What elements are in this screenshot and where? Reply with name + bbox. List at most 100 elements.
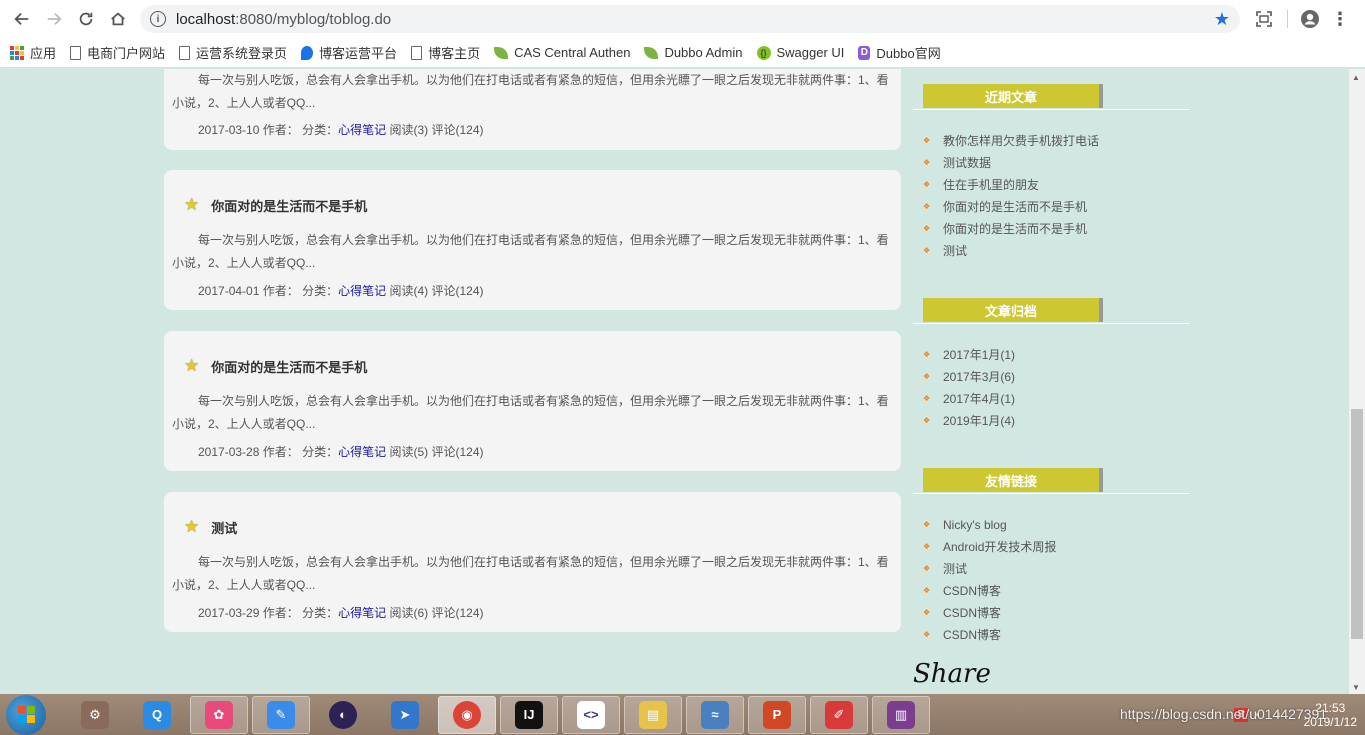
bookmark-apps[interactable]: 应用 [10, 43, 56, 62]
windows-logo-icon [17, 706, 35, 723]
bookmark-swagger[interactable]: {} Swagger UI [756, 45, 844, 60]
post-category-link[interactable]: 心得笔记 [338, 284, 386, 298]
address-bar[interactable]: i localhost:8080/myblog/toblog.do ★ [140, 5, 1240, 33]
reload-icon[interactable] [70, 3, 102, 35]
menu-kebab-icon[interactable]: ⋮ [1328, 4, 1352, 34]
post-title-text[interactable]: 你面对的是生活而不是手机 [211, 357, 367, 376]
url-host: localhost [176, 10, 236, 28]
taskbar-app-chrome[interactable]: ◉ [438, 695, 496, 734]
archive-link[interactable]: 2017年1月(1) [943, 344, 1015, 366]
archive-item[interactable]: ❖ 2019年1月(4) [923, 410, 1189, 432]
friend-link[interactable]: CSDN博客 [943, 602, 1001, 624]
sidebar: 近期文章 ❖ 教你怎样用欠费手机拨打电话 ❖ 测试数据 ❖ 住在手机里的朋友 ❖ 你面对… [913, 69, 1189, 646]
taskbar-app[interactable]: ▥ [872, 695, 930, 734]
post-category-label: 分类： [302, 123, 339, 137]
taskbar-app[interactable]: ≈ [686, 695, 744, 734]
taskbar-app[interactable]: ✐ [810, 695, 868, 734]
post-comments: 评论(124) [431, 284, 484, 298]
recent-post-link[interactable]: 住在手机里的朋友 [943, 174, 1039, 196]
friend-link-item[interactable]: ❖ CSDN博客 [923, 602, 1189, 624]
post-category-label: 分类： [302, 284, 339, 298]
taskbar-app[interactable]: <> [562, 695, 620, 734]
post-title[interactable]: ★ 你面对的是生活而不是手机 [184, 195, 367, 215]
site-info-icon[interactable]: i [150, 11, 166, 27]
post-title-text[interactable]: 你面对的是生活而不是手机 [211, 196, 367, 215]
recent-post-link[interactable]: 测试数据 [943, 152, 991, 174]
archive-item[interactable]: ❖ 2017年4月(1) [923, 388, 1189, 410]
friend-link-item[interactable]: ❖ 测试 [923, 558, 1189, 580]
archive-link[interactable]: 2019年1月(4) [943, 410, 1015, 432]
post-category-link[interactable]: 心得笔记 [338, 606, 386, 620]
friend-link-item[interactable]: ❖ Nicky's blog [923, 514, 1189, 536]
post-title[interactable]: ★ 测试 [184, 517, 237, 537]
friend-link[interactable]: 测试 [943, 558, 967, 580]
taskbar-app[interactable]: ◐ [314, 696, 372, 734]
home-icon[interactable] [102, 3, 134, 35]
taskbar-app[interactable]: ✿ [190, 695, 248, 734]
forward-arrow-icon[interactable] [38, 3, 70, 35]
post-excerpt: 每一次与别人吃饭，总会有人会拿出手机。以为他们在打电话或者有紧急的短信，但用余光… [172, 233, 889, 270]
recent-post-item[interactable]: ❖ 教你怎样用欠费手机拨打电话 [923, 130, 1189, 152]
archive-link[interactable]: 2017年4月(1) [943, 388, 1015, 410]
taskbar-app[interactable]: IJ [500, 695, 558, 734]
friend-link-item[interactable]: ❖ Android开发技术周报 [923, 536, 1189, 558]
taskbar-app[interactable]: ▤ [624, 695, 682, 734]
eclipse-icon: ◐ [329, 700, 357, 729]
bookmark-cas[interactable]: CAS Central Authen [494, 45, 630, 60]
screen-capture-icon[interactable] [1252, 4, 1276, 34]
archive-item[interactable]: ❖ 2017年3月(6) [923, 366, 1189, 388]
post-title[interactable]: ★ 你面对的是生活而不是手机 [184, 356, 367, 376]
recent-post-item[interactable]: ❖ 测试 [923, 240, 1189, 262]
post-excerpt: 每一次与别人吃饭，总会有人会拿出手机。以为他们在打电话或者有紧急的短信，但用余光… [172, 555, 889, 592]
csdn-watermark: https://blog.csdn.net/u014427391 [1120, 706, 1328, 722]
bookmark-blog-ops[interactable]: 博客运营平台 [301, 43, 397, 62]
taskbar-app[interactable]: ➤ [376, 696, 434, 734]
taskbar-app[interactable]: ✎ [252, 695, 310, 734]
post-card: ★ 测试 每一次与别人吃饭，总会有人会拿出手机。以为他们在打电话或者有紧急的短信… [164, 492, 901, 632]
taskbar-app[interactable]: ⚙ [66, 696, 124, 734]
bookmark-star-icon[interactable]: ★ [1214, 9, 1230, 30]
archive-list: ❖ 2017年1月(1) ❖ 2017年3月(6) ❖ 2017年4月(1) ❖ 201… [913, 344, 1189, 432]
start-button[interactable] [6, 694, 46, 735]
friend-link-item[interactable]: ❖ CSDN博客 [923, 624, 1189, 646]
scroll-down-icon[interactable]: ▼ [1352, 683, 1360, 692]
friend-link[interactable]: CSDN博客 [943, 580, 1001, 602]
recent-post-item[interactable]: ❖ 测试数据 [923, 152, 1189, 174]
recent-post-link[interactable]: 你面对的是生活而不是手机 [943, 218, 1087, 240]
post-category-link[interactable]: 心得笔记 [338, 445, 386, 459]
post-title-text[interactable]: 测试 [211, 518, 237, 537]
profile-avatar-icon[interactable] [1298, 4, 1322, 34]
friend-link[interactable]: Android开发技术周报 [943, 536, 1056, 558]
bookmark-dubbo-site[interactable]: D Dubbo官网 [858, 43, 941, 62]
bookmark-blog-home[interactable]: 博客主页 [411, 43, 480, 62]
recent-post-link[interactable]: 测试 [943, 240, 967, 262]
scroll-up-icon[interactable]: ▲ [1352, 73, 1360, 82]
bullet-icon: ❖ [923, 180, 931, 189]
scrollbar-thumb[interactable] [1351, 409, 1363, 639]
apps-grid-icon [10, 45, 24, 60]
taskbar-app[interactable]: P [748, 695, 806, 734]
address-url[interactable]: localhost:8080/myblog/toblog.do [176, 11, 391, 28]
post-category-link[interactable]: 心得笔记 [338, 123, 386, 137]
browser-toolbar: i localhost:8080/myblog/toblog.do ★ ⋮ [0, 0, 1365, 38]
recent-post-item[interactable]: ❖ 你面对的是生活而不是手机 [923, 196, 1189, 218]
editor-pen-icon: ✐ [825, 700, 853, 729]
recent-post-item[interactable]: ❖ 住在手机里的朋友 [923, 174, 1189, 196]
archive-item[interactable]: ❖ 2017年1月(1) [923, 344, 1189, 366]
friend-link-item[interactable]: ❖ CSDN博客 [923, 580, 1189, 602]
back-arrow-icon[interactable] [6, 3, 38, 35]
recent-posts-header: 近期文章 [913, 84, 1189, 110]
archive-link[interactable]: 2017年3月(6) [943, 366, 1015, 388]
recent-post-item[interactable]: ❖ 你面对的是生活而不是手机 [923, 218, 1189, 240]
page-scrollbar[interactable]: ▲ ▼ [1349, 69, 1365, 694]
bullet-icon: ❖ [923, 394, 931, 403]
friend-link[interactable]: Nicky's blog [943, 514, 1007, 536]
bookmark-ops-login[interactable]: 运营系统登录页 [179, 43, 287, 62]
recent-post-link[interactable]: 教你怎样用欠费手机拨打电话 [943, 130, 1099, 152]
taskbar-app[interactable]: Q [128, 696, 186, 734]
bullet-icon: ❖ [923, 542, 931, 551]
recent-post-link[interactable]: 你面对的是生活而不是手机 [943, 196, 1087, 218]
bookmark-ecommerce-portal[interactable]: 电商门户网站 [70, 43, 165, 62]
friend-link[interactable]: CSDN博客 [943, 624, 1001, 646]
bookmark-dubbo-admin[interactable]: Dubbo Admin [644, 45, 743, 60]
